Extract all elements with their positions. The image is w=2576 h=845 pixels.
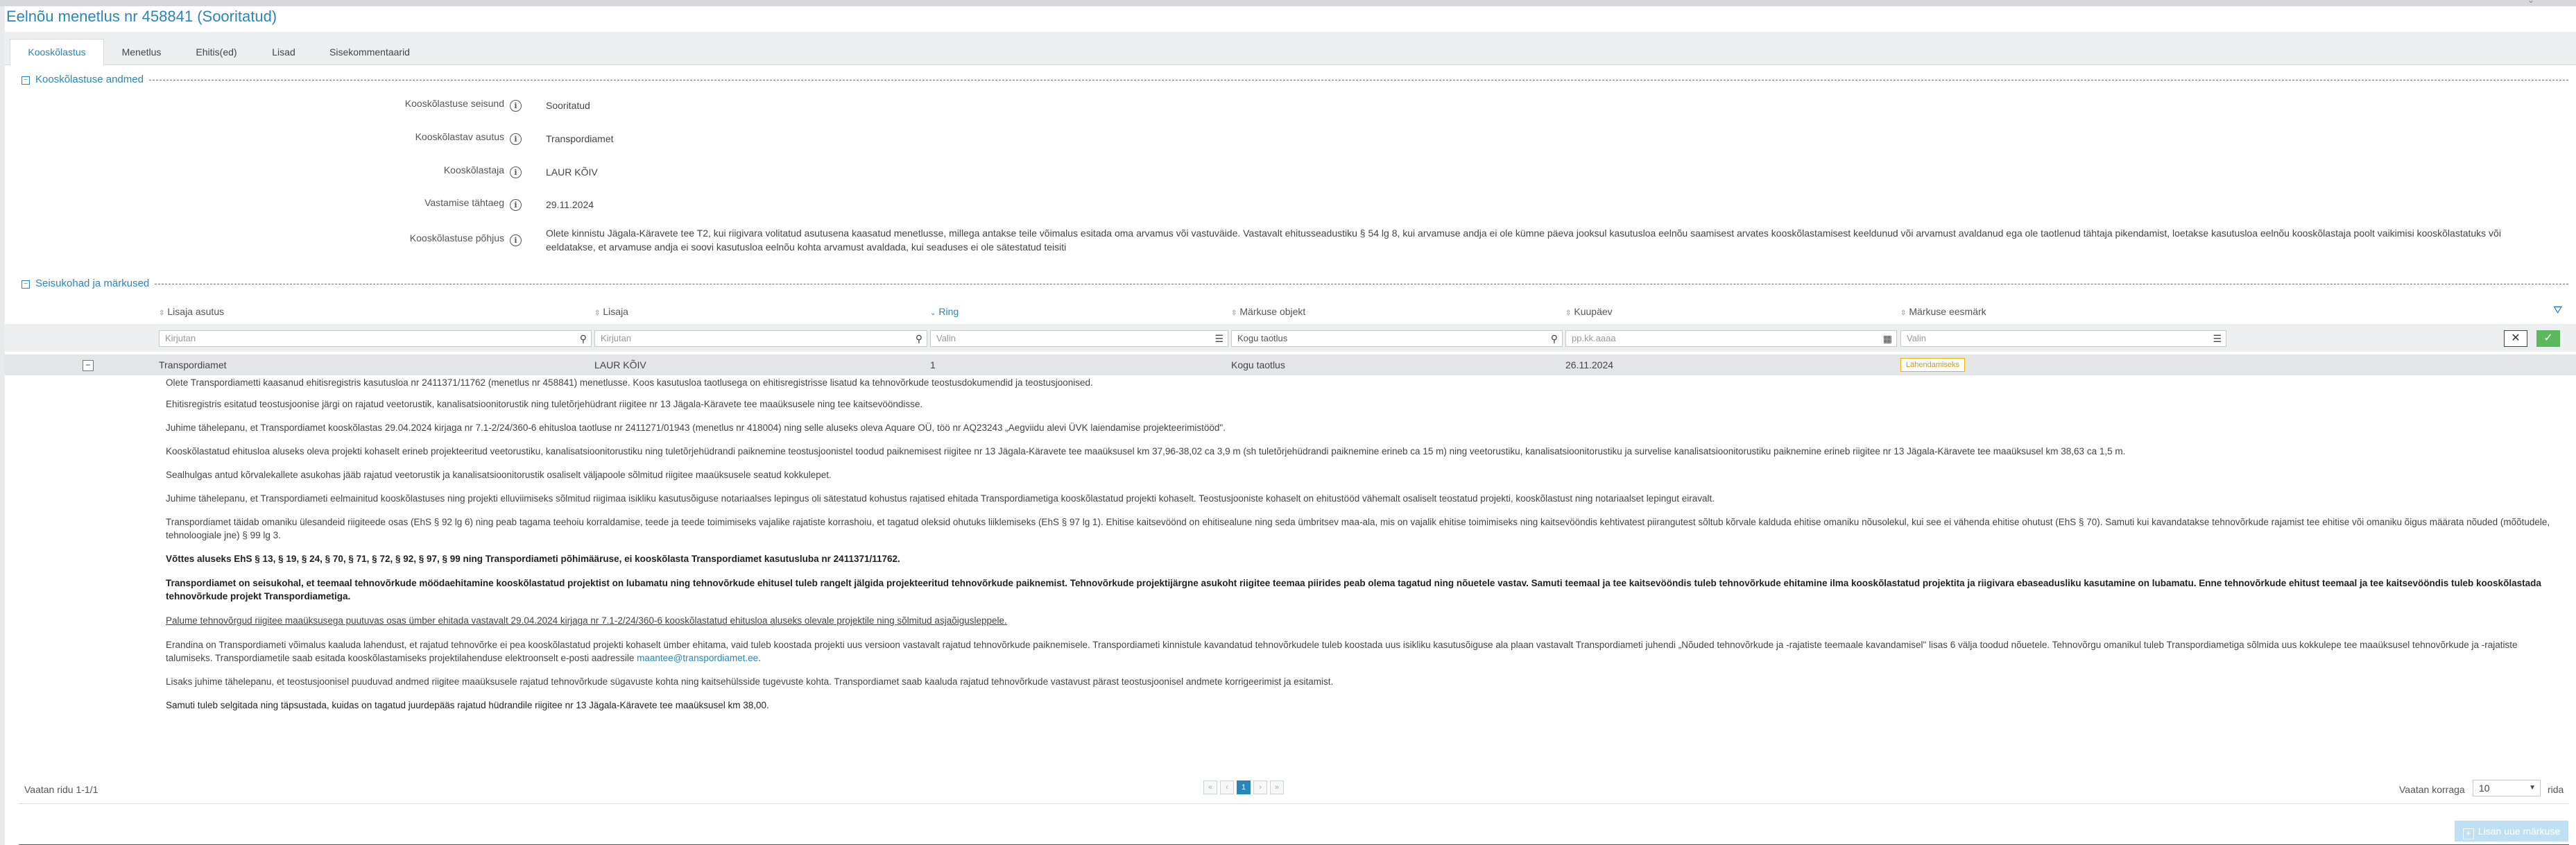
info-icon[interactable]: i [510,100,522,112]
status-badge: Lähendamiseks [1900,358,1966,372]
row-institution: Transpordiamet [159,359,227,370]
comment-paragraph: Palume tehnovõrgud riigitee maaüksusega … [166,615,1007,626]
filter-round-select[interactable]: Valin ☰ [930,330,1228,347]
collapse-toggle-icon[interactable]: − [22,76,30,85]
comment-paragraph: Transpordiamet on seisukohal, et teemaal… [166,578,2541,601]
field-label-reason: Kooskõlastuse põhjus i [410,232,522,246]
sort-icon: ⇳ [594,309,601,317]
list-icon[interactable]: ☰ [2213,331,2222,346]
top-bar: ⌄ [0,0,2576,6]
column-header-round[interactable]: ⌄ Ring [930,306,959,317]
sort-icon: ⇳ [1900,309,1907,317]
sort-down-icon: ⌄ [930,309,936,317]
row-round: 1 [930,359,936,370]
tab-proceeding[interactable]: Menetlus [107,40,176,64]
divider [19,803,2569,804]
per-page-label: Vaatan korraga [2399,784,2465,795]
comment-paragraph: Juhime tähelepanu, et Transpordiamet koo… [166,422,1226,433]
info-icon[interactable]: i [510,133,522,145]
search-icon[interactable]: ⚲ [916,331,922,346]
filter-author-input[interactable]: Kirjutan ⚲ [594,330,927,347]
chevron-down-icon[interactable]: ⌄ [2527,0,2534,5]
sort-icon: ⇳ [1565,309,1572,317]
add-comment-button[interactable]: + Lisan uue märkuse [2455,821,2568,842]
field-label-approver: Kooskõlastaja i [444,164,522,178]
field-value-status: Sooritatud [546,100,590,111]
email-link[interactable]: maantee@transpordiamet.ee [637,653,758,663]
info-icon[interactable]: i [510,167,522,178]
check-icon: ✓ [2543,332,2553,344]
list-icon[interactable]: ☰ [1214,331,1223,346]
page-title: Eelnõu menetlus nr 458841 (Sooritatud) [6,8,277,25]
filter-row: Kirjutan ⚲ Kirjutan ⚲ Valin ☰ Kogu taotlus ⚲… [5,324,2576,352]
comment-paragraph: Samuti tuleb selgitada ning täpsustada, … [166,700,769,710]
per-page-unit: rida [2548,784,2564,795]
close-icon: ✕ [2511,332,2521,344]
search-icon[interactable]: ⚲ [580,331,587,346]
column-header-purpose[interactable]: ⇳ Märkuse eesmärk [1900,306,1986,317]
tab-buildings[interactable]: Ehitis(ed) [182,40,251,64]
calendar-icon[interactable]: ▦ [1883,331,1892,346]
comment-paragraph: Olete Transpordiametti kaasanud ehitisre… [166,377,1093,388]
tab-approval[interactable]: Kooskõlastus [10,39,104,66]
row-date: 26.11.2024 [1565,359,1614,370]
comment-paragraph: Ehitisregistris esitatud teostusjoonise … [166,399,923,409]
table-row[interactable]: − Transpordiamet LAUR KÕIV 1 Kogu taotlu… [5,355,2576,375]
collapse-toggle-icon[interactable]: − [22,280,30,289]
prev-page-button[interactable]: ‹ [1220,780,1234,794]
field-value-reason: Olete kinnistu Jägala-Käravete tee T2, k… [546,228,2501,253]
info-icon[interactable]: i [510,234,522,246]
first-page-button[interactable]: « [1203,780,1217,794]
next-page-button[interactable]: › [1253,780,1267,794]
search-icon[interactable]: ⚲ [1551,331,1558,346]
field-label-status: Kooskõlastuse seisund i [405,98,522,112]
apply-filters-button[interactable]: ✓ [2536,330,2560,347]
filter-date-input[interactable]: pp.kk.aaaa ▦ [1565,330,1897,347]
positions-section-header[interactable]: − Seisukohad ja märkused [22,278,149,291]
tab-bar: Kooskõlastus Menetlus Ehitis(ed) Lisad S… [5,32,2576,66]
caret-down-icon: ▼ [2529,784,2536,792]
row-author: LAUR KÕIV [594,359,646,370]
tab-attachments[interactable]: Lisad [253,40,314,64]
plus-icon: + [2462,828,2474,839]
sort-icon: ⇳ [1231,309,1237,317]
column-header-date[interactable]: ⇳ Kuupäev [1565,306,1613,317]
row-object: Kogu taotlus [1231,359,1285,370]
column-header-institution[interactable]: ⇳ Lisaja asutus [159,306,224,317]
approval-section-title: Kooskõlastuse andmed [35,74,144,85]
field-label-deadline: Vastamise tähtaeg i [424,197,522,211]
comment-paragraph: Võttes aluseks EhS § 13, § 19, § 24, § 7… [166,554,900,564]
last-page-button[interactable]: » [1270,780,1284,794]
comment-paragraph: Lisaks juhime tähelepanu, et teostusjoon… [166,676,1334,687]
positions-section-title: Seisukohad ja märkused [35,278,150,289]
tab-internal-comments[interactable]: Sisekommentaarid [317,40,422,64]
filter-institution-input[interactable]: Kirjutan ⚲ [159,330,592,347]
sort-icon: ⇳ [159,309,165,317]
pagination-info: Vaatan ridu 1-1/1 [24,784,98,795]
comment-paragraph: Erandina on Transpordiameti võimalus kaa… [166,640,2518,663]
comment-paragraph: Sealhulgas antud kõrvalekallete asukohas… [166,470,832,480]
page-button-current[interactable]: 1 [1237,780,1251,794]
column-header-object[interactable]: ⇳ Märkuse objekt [1231,306,1305,317]
filter-purpose-select[interactable]: Valin ☰ [1900,330,2226,347]
comment-paragraph: Juhime tähelepanu, et Transpordiameti ee… [166,493,1715,504]
filter-icon[interactable]: ⛛ [2553,305,2562,317]
per-page-select[interactable]: 10 ▼ [2473,780,2541,796]
comment-paragraph: Transpordiamet täidab omaniku ülesandeid… [166,517,2550,540]
clear-filters-button[interactable]: ✕ [2504,330,2527,347]
page: Eelnõu menetlus nr 458841 (Sooritatud) K… [5,6,2576,845]
field-label-institution: Kooskõlastav asutus i [415,131,522,145]
approval-section-header[interactable]: − Kooskõlastuse andmed [22,74,144,87]
column-header-author[interactable]: ⇳ Lisaja [594,306,628,317]
info-icon[interactable]: i [510,199,522,211]
field-value-deadline: 29.11.2024 [546,199,594,210]
field-value-approver: LAUR KÕIV [546,167,598,178]
field-value-institution: Transpordiamet [546,133,614,144]
row-collapse-button[interactable]: − [83,360,94,371]
comment-paragraph: Kooskõlastatud ehitusloa aluseks oleva p… [166,446,2126,456]
filter-object-input[interactable]: Kogu taotlus ⚲ [1231,330,1563,347]
